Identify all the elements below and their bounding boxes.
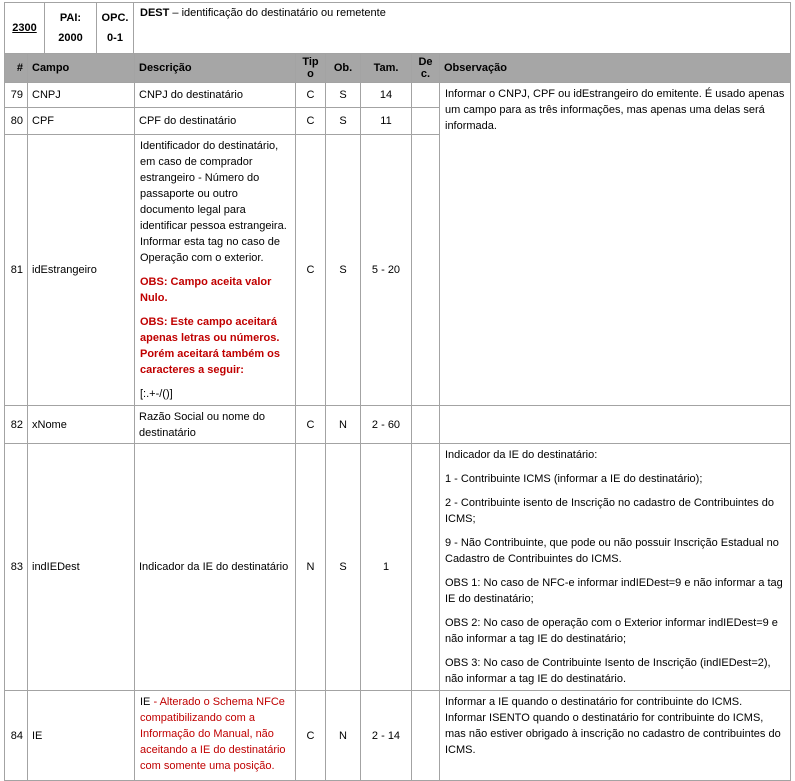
descricao-prefix: IE bbox=[140, 696, 153, 708]
field-campo: indIEDest bbox=[28, 444, 135, 691]
field-campo: idEstrangeiro bbox=[28, 135, 135, 406]
group-header-table: 2300 PAI: 2000 OPC. 0-1 DEST – identific… bbox=[4, 2, 791, 54]
field-ob: S bbox=[326, 444, 361, 691]
field-tam: 11 bbox=[361, 108, 412, 135]
observacao-option-1: 1 - Contribuinte ICMS (informar a IE do … bbox=[445, 471, 785, 487]
field-num: 82 bbox=[5, 406, 28, 444]
field-dec bbox=[412, 108, 440, 135]
table-row: 83 indIEDest Indicador da IE do destinat… bbox=[5, 444, 791, 691]
observacao-option-9: 9 - Não Contribuinte, que pode ou não po… bbox=[445, 535, 785, 567]
descricao-allowed-chars: [:.+-/()] bbox=[140, 386, 290, 402]
field-dec bbox=[412, 691, 440, 781]
observacao-obs-2: OBS 2: No caso de operação com o Exterio… bbox=[445, 615, 785, 647]
group-title-cell: DEST – identificação do destinatário ou … bbox=[134, 3, 791, 54]
document-page: 2300 PAI: 2000 OPC. 0-1 DEST – identific… bbox=[0, 0, 791, 781]
observacao-obs-1: OBS 1: No caso de NFC-e informar indIEDe… bbox=[445, 575, 785, 607]
col-header-num: # bbox=[5, 54, 28, 83]
field-num: 79 bbox=[5, 83, 28, 108]
col-header-tipo: Tipo bbox=[296, 54, 326, 83]
field-campo: CNPJ bbox=[28, 83, 135, 108]
opc-value: 0-1 bbox=[100, 28, 130, 48]
field-campo: CPF bbox=[28, 108, 135, 135]
col-header-descricao: Descrição bbox=[135, 54, 296, 83]
field-tipo: C bbox=[296, 108, 326, 135]
group-id-cell: 2300 bbox=[5, 3, 45, 54]
opc-label: OPC. bbox=[100, 8, 130, 28]
field-num: 80 bbox=[5, 108, 28, 135]
field-tipo: N bbox=[296, 444, 326, 691]
table-row: 82 xNome Razão Social ou nome do destina… bbox=[5, 406, 791, 444]
field-tam: 1 bbox=[361, 444, 412, 691]
field-tam: 14 bbox=[361, 83, 412, 108]
field-observacao: Indicador da IE do destinatário: 1 - Con… bbox=[440, 444, 791, 691]
descricao-obs-note: OBS: Campo aceita valor Nulo. bbox=[140, 274, 290, 306]
field-num: 81 bbox=[5, 135, 28, 406]
group-title-text: – identificação do destinatário ou remet… bbox=[169, 7, 385, 19]
field-dec bbox=[412, 444, 440, 691]
observacao-obs-3: OBS 3: No caso de Contribuinte Isento de… bbox=[445, 655, 785, 687]
field-tipo: C bbox=[296, 406, 326, 444]
field-campo: IE bbox=[28, 691, 135, 781]
field-dec bbox=[412, 83, 440, 108]
group-id: 2300 bbox=[12, 22, 36, 34]
col-header-campo: Campo bbox=[28, 54, 135, 83]
observacao-text: Informar a IE quando o destinatário for … bbox=[445, 694, 785, 758]
col-header-dec: Dec. bbox=[412, 54, 440, 83]
field-tam: 2 - 14 bbox=[361, 691, 412, 781]
field-descricao: CNPJ do destinatário bbox=[135, 83, 296, 108]
col-header-tam: Tam. bbox=[361, 54, 412, 83]
field-tam: 5 - 20 bbox=[361, 135, 412, 406]
observacao-text: Informar o CNPJ, CPF ou idEstrangeiro do… bbox=[445, 86, 785, 134]
field-tam: 2 - 60 bbox=[361, 406, 412, 444]
field-descricao: IE - Alterado o Schema NFCe compatibiliz… bbox=[135, 691, 296, 781]
pai-value: 2000 bbox=[48, 28, 93, 48]
col-header-ob: Ob. bbox=[326, 54, 361, 83]
field-dec bbox=[412, 406, 440, 444]
field-descricao: Indicador da IE do destinatário bbox=[135, 444, 296, 691]
field-tipo: C bbox=[296, 135, 326, 406]
field-descricao: Razão Social ou nome do destinatário bbox=[135, 406, 296, 444]
opc-cell: OPC. 0-1 bbox=[97, 3, 134, 54]
field-observacao bbox=[440, 406, 791, 444]
field-num: 84 bbox=[5, 691, 28, 781]
descricao-obs-note: OBS: Este campo aceitará apenas letras o… bbox=[140, 314, 290, 378]
field-observacao-merged: Informar o CNPJ, CPF ou idEstrangeiro do… bbox=[440, 83, 791, 406]
observacao-option-2: 2 - Contribuinte isento de Inscrição no … bbox=[445, 495, 785, 527]
field-ob: S bbox=[326, 108, 361, 135]
table-row: 79 CNPJ CNPJ do destinatário C S 14 Info… bbox=[5, 83, 791, 108]
field-num: 83 bbox=[5, 444, 28, 691]
pai-label: PAI: bbox=[48, 8, 93, 28]
field-dec bbox=[412, 135, 440, 406]
field-tipo: C bbox=[296, 691, 326, 781]
field-descricao: Identificador do destinatário, em caso d… bbox=[135, 135, 296, 406]
field-tipo: C bbox=[296, 83, 326, 108]
group-title-prefix: DEST bbox=[140, 7, 169, 19]
descricao-text: Identificador do destinatário, em caso d… bbox=[140, 138, 290, 266]
field-campo: xNome bbox=[28, 406, 135, 444]
table-header-row: # Campo Descrição Tipo Ob. Tam. Dec. Obs… bbox=[5, 54, 791, 83]
field-ob: N bbox=[326, 406, 361, 444]
descricao-change-note: - Alterado o Schema NFCe compatibilizand… bbox=[140, 696, 286, 772]
group-header-row: 2300 PAI: 2000 OPC. 0-1 DEST – identific… bbox=[5, 3, 791, 54]
table-row: 84 IE IE - Alterado o Schema NFCe compat… bbox=[5, 691, 791, 781]
descricao-text: IE - Alterado o Schema NFCe compatibiliz… bbox=[140, 694, 290, 774]
field-descricao: CPF do destinatário bbox=[135, 108, 296, 135]
field-ob: S bbox=[326, 83, 361, 108]
observacao-text: Indicador da IE do destinatário: bbox=[445, 447, 785, 463]
field-observacao: Informar a IE quando o destinatário for … bbox=[440, 691, 791, 781]
field-ob: S bbox=[326, 135, 361, 406]
pai-cell: PAI: 2000 bbox=[45, 3, 97, 54]
field-ob: N bbox=[326, 691, 361, 781]
col-header-observacao: Observação bbox=[440, 54, 791, 83]
fields-table: # Campo Descrição Tipo Ob. Tam. Dec. Obs… bbox=[4, 53, 791, 781]
